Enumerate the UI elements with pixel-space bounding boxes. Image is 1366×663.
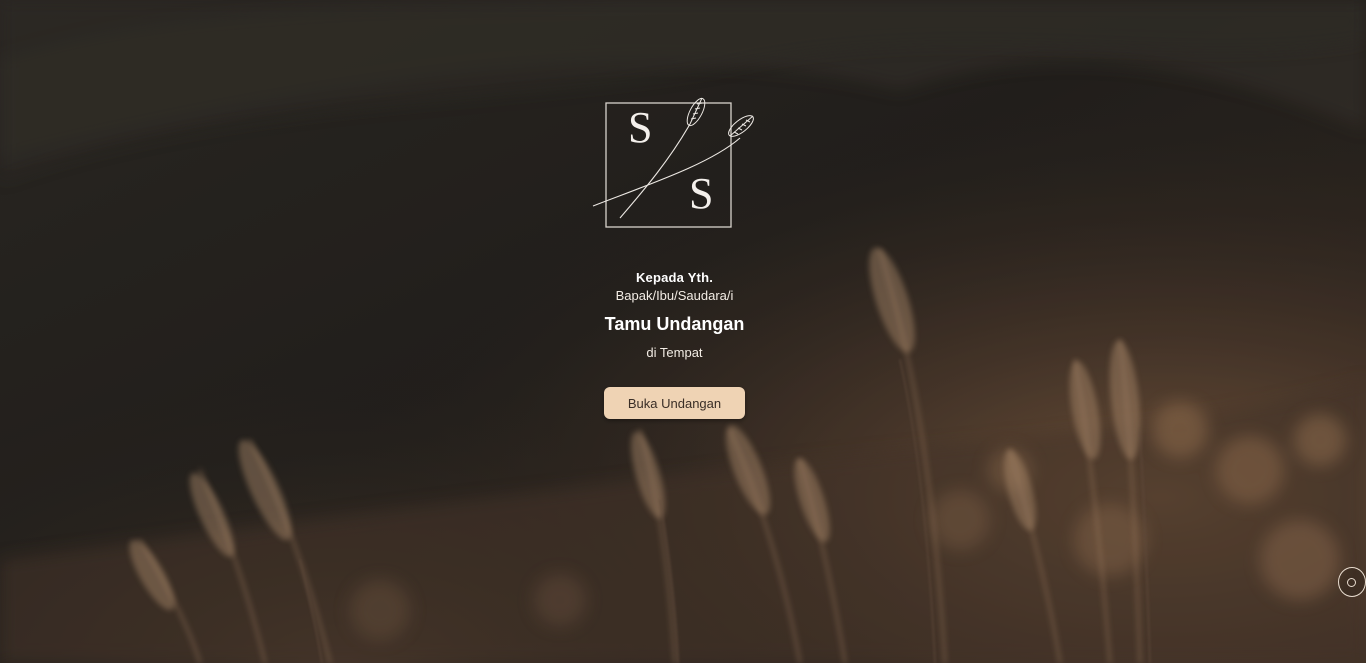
music-disc-center [1347,578,1356,587]
monogram-initial-bottom: S [689,169,714,218]
wheat-monogram-icon: S S [590,94,760,234]
guest-name: Tamu Undangan [604,314,745,334]
addressee: Bapak/Ibu/Saudara/i [615,288,734,303]
music-disc-icon[interactable] [1338,567,1366,597]
salutation: Kepada Yth. [635,270,714,285]
monogram-initial-top: S [628,103,653,152]
location-text: di Tempat [646,345,703,360]
cover-screen: S S Kepada Yth. Bapak/Ibu/Saudara/i Tamu… [0,0,1366,663]
open-invitation-button[interactable]: Buka Undangan [604,387,745,419]
